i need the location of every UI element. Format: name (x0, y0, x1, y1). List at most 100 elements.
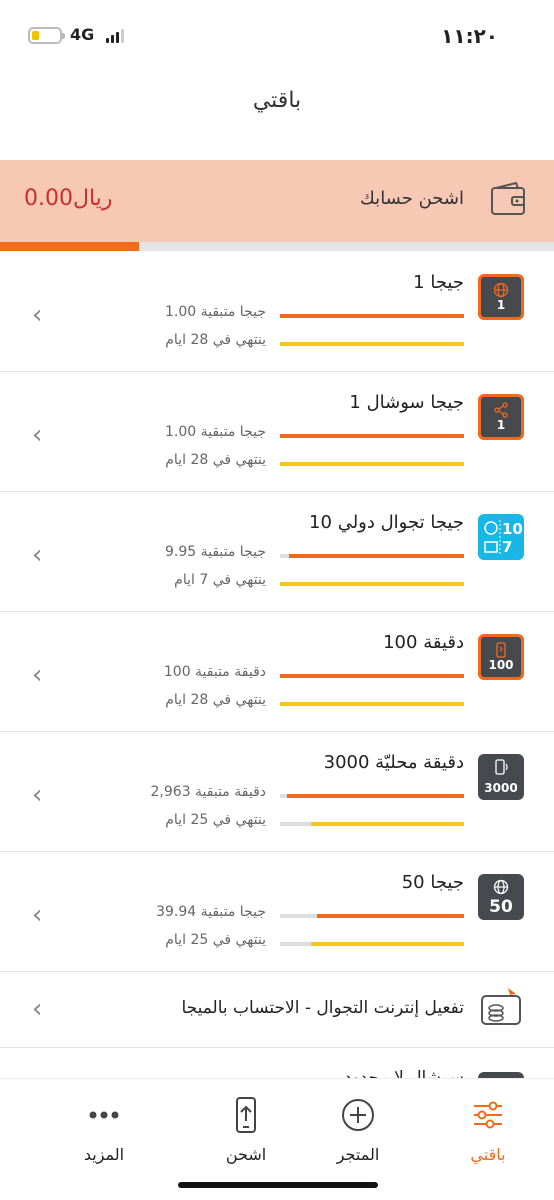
expiry-bar-fill (311, 942, 464, 946)
svg-text:7: 7 (502, 538, 512, 556)
wallet-plane-icon (481, 988, 521, 1025)
plan-row[interactable]: 1 1 جيجا سوشال 1.00 جيجا متبقية ينتهي في 28… (0, 372, 554, 492)
plan-row[interactable]: 100 100 دقيقة 100 دقيقة متبقية ينتهي في 28 … (0, 612, 554, 732)
remaining-bar (280, 794, 464, 798)
signal-icon (106, 29, 124, 43)
page-header: باقتي (0, 72, 554, 160)
chevron-left-icon[interactable]: ‹ (32, 900, 42, 930)
tab-store[interactable]: المتجر (308, 1095, 408, 1164)
balance-progress-fill (0, 242, 139, 251)
plan-row[interactable]: 50 50 جيجا 39.94 جيجا متبقية ينتهي في 25 اي… (0, 852, 554, 972)
expiry-bar-row: ينتهي في 28 ايام (44, 452, 464, 474)
plan-name: 50 جيجا (401, 872, 464, 893)
remaining-bar-row: 1.00 جيجا متبقية (44, 304, 464, 326)
recharge-label: اشحن حسابك (360, 188, 464, 209)
remaining-bar-row: 1.00 جيجا متبقية (44, 424, 464, 446)
expiry-bar (280, 822, 464, 826)
expiry-bar (280, 582, 464, 586)
plan-expiry-text: ينتهي في 25 ايام (165, 932, 266, 948)
plan-remaining-text: 9.95 جيجا متبقية (164, 544, 266, 560)
remaining-bar (280, 674, 464, 678)
globe-icon: 50 (478, 874, 524, 920)
chevron-left-icon[interactable]: ‹ (32, 420, 42, 450)
chevron-left-icon[interactable]: ‹ (32, 994, 42, 1024)
plan-badge: 3000 (484, 781, 518, 795)
expiry-bar-fill (280, 582, 464, 586)
chevron-left-icon[interactable]: ‹ (32, 780, 42, 810)
phone-icon: 100 (478, 634, 524, 680)
expiry-bar-row: ينتهي في 28 ايام (44, 332, 464, 354)
plan-name: 1 جيجا (413, 272, 464, 293)
plan-name: 3000 دقيقة محليّة (323, 752, 464, 773)
plan-name: 10 جيجا تجوال دولي (309, 512, 464, 533)
plan-expiry-text: ينتهي في 7 ايام (174, 572, 266, 588)
plan-remaining-text: 100 دقيقة متبقية (163, 664, 266, 680)
remaining-bar-fill (280, 314, 464, 318)
tab-label: باقتي (470, 1145, 506, 1164)
plan-row[interactable]: 1 1 جيجا 1.00 جيجا متبقية ينتهي في 28 ايام ‹ (0, 252, 554, 372)
svg-text:10: 10 (502, 520, 523, 538)
tab-label: اشحن (225, 1145, 267, 1164)
remaining-bar-fill (280, 674, 464, 678)
roaming-ticket-icon: 10 7 (478, 514, 524, 560)
remaining-bar (280, 434, 464, 438)
tab-label: المتجر (336, 1145, 380, 1164)
chevron-left-icon[interactable]: ‹ (32, 540, 42, 570)
plan-expiry-text: ينتهي في 28 ايام (165, 332, 266, 348)
plan-badge: 1 (496, 418, 506, 432)
plan-name: 1 جيجا سوشال (349, 392, 464, 413)
tab-recharge[interactable]: اشحن (196, 1095, 296, 1164)
balance-progress-bar (0, 242, 554, 251)
remaining-bar-row: 2,963 دقيقة متبقية (44, 784, 464, 806)
balance-value: 0.00ريال (24, 186, 113, 211)
expiry-bar (280, 462, 464, 466)
plan-expiry-text: ينتهي في 25 ايام (165, 812, 266, 828)
plus-circle-icon (342, 1099, 374, 1131)
chevron-left-icon[interactable]: ‹ (32, 300, 42, 330)
roaming-activation-row[interactable]: تفعيل إنترنت التجوال - الاحتساب بالميجا ‹ (0, 972, 554, 1048)
remaining-bar-fill (289, 554, 464, 558)
share-icon: 1 (478, 394, 524, 440)
mobile-upload-icon (236, 1097, 256, 1133)
expiry-bar-fill (280, 702, 464, 706)
remaining-bar-row: 9.95 جيجا متبقية (44, 544, 464, 566)
plan-remaining-text: 2,963 دقيقة متبقية (150, 784, 266, 800)
remaining-bar-fill (280, 434, 464, 438)
tab-more[interactable]: المزيد (54, 1095, 154, 1164)
plan-name: 100 دقيقة (383, 632, 464, 653)
plan-expiry-text: ينتهي في 28 ايام (165, 692, 266, 708)
plan-remaining-text: 1.00 جيجا متبقية (164, 304, 266, 320)
plan-expiry-text: ينتهي في 28 ايام (165, 452, 266, 468)
remaining-bar-row: 39.94 جيجا متبقية (44, 904, 464, 926)
phone-call-icon: 3000 (478, 754, 524, 800)
recharge-banner[interactable]: اشحن حسابك 0.00ريال (0, 160, 554, 242)
remaining-bar (280, 314, 464, 318)
plan-list: 1 1 جيجا 1.00 جيجا متبقية ينتهي في 28 ايام ‹… (0, 252, 554, 1092)
remaining-bar-fill (316, 914, 464, 918)
expiry-bar (280, 942, 464, 946)
expiry-bar (280, 702, 464, 706)
plan-row[interactable]: 10 7 10 جيجا تجوال دولي 9.95 جيجا متبقية ينت… (0, 492, 554, 612)
expiry-bar (280, 342, 464, 346)
plan-row[interactable]: 3000 3000 دقيقة محليّة 2,963 دقيقة متبقية ي… (0, 732, 554, 852)
plan-badge: 1 (496, 298, 506, 312)
sliders-icon (474, 1101, 502, 1129)
plan-remaining-text: 1.00 جيجا متبقية (164, 424, 266, 440)
expiry-bar-fill (311, 822, 464, 826)
globe-icon: 1 (478, 274, 524, 320)
chevron-left-icon[interactable]: ‹ (32, 660, 42, 690)
wallet-icon (491, 182, 525, 215)
expiry-bar-row: ينتهي في 7 ايام (44, 572, 464, 594)
home-indicator (178, 1182, 378, 1188)
more-dots-icon (89, 1111, 119, 1119)
expiry-bar-row: ينتهي في 28 ايام (44, 692, 464, 714)
clock: ١١:٢٠ (441, 24, 498, 48)
network-type: 4G (70, 25, 95, 44)
remaining-bar-fill (287, 794, 464, 798)
expiry-bar-row: ينتهي في 25 ايام (44, 932, 464, 954)
tab-label: المزيد (83, 1145, 125, 1164)
expiry-bar-row: ينتهي في 25 ايام (44, 812, 464, 834)
roaming-activation-label: تفعيل إنترنت التجوال - الاحتساب بالميجا (181, 998, 464, 1018)
tab-my-plan[interactable]: باقتي (438, 1095, 538, 1164)
battery-icon (28, 27, 65, 44)
